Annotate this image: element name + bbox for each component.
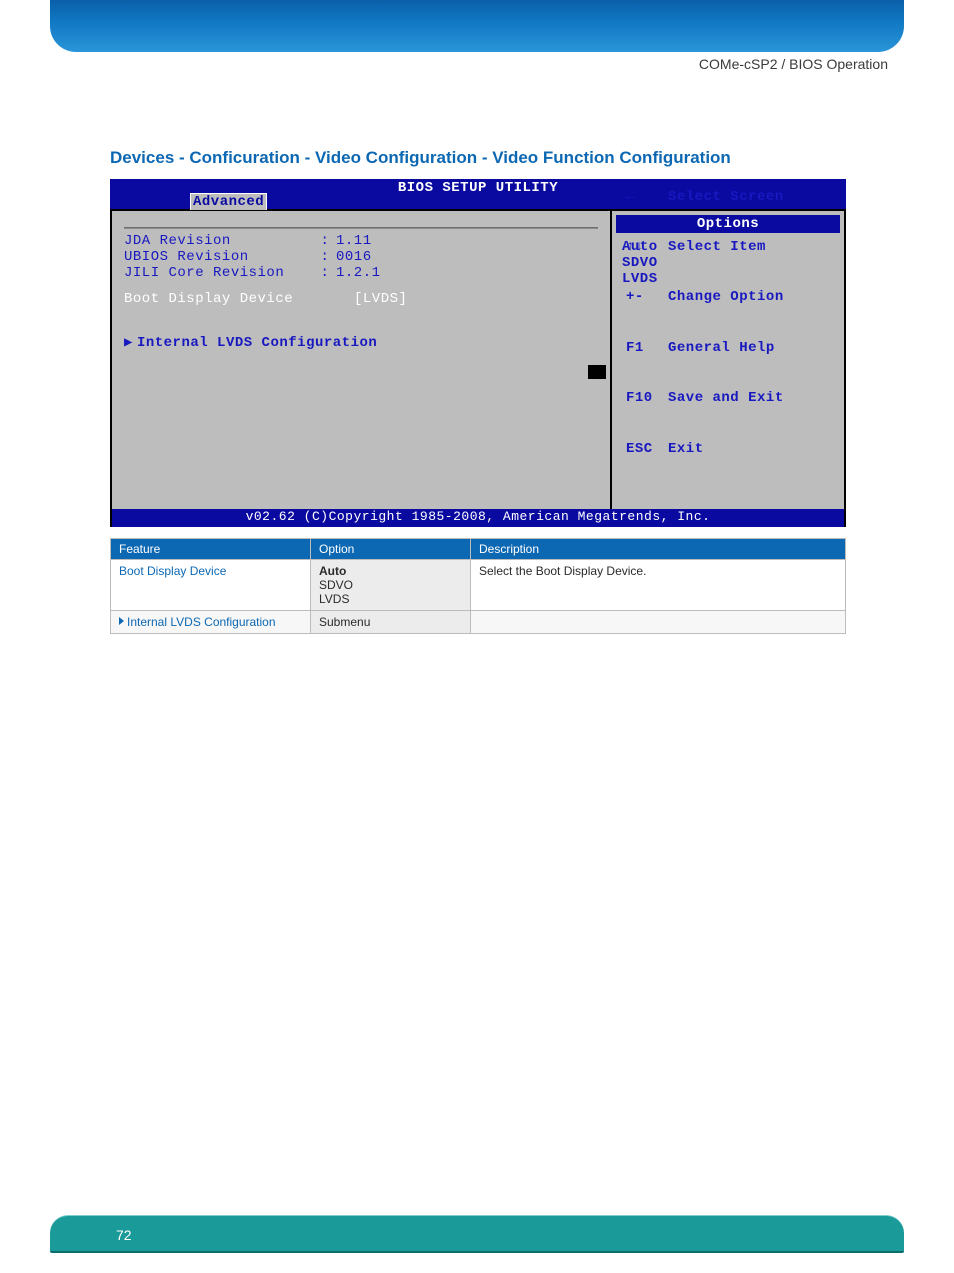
bios-rev-row: JILI Core Revision:1.2.1	[124, 265, 598, 281]
bios-boot-label: Boot Display Device	[124, 291, 354, 307]
key-esc-icon: ESC	[626, 441, 668, 458]
feature-label: Internal LVDS Configuration	[127, 615, 276, 629]
feature-link[interactable]: Internal LVDS Configuration	[111, 611, 311, 634]
option-value: LVDS	[319, 592, 462, 606]
bios-left-pane: JDA Revision:1.11 UBIOS Revision:0016 JI…	[112, 211, 610, 509]
bios-rev-value: 1.11	[336, 233, 372, 249]
bios-help-text: General Help	[668, 340, 775, 356]
bios-help-text: Select Item	[668, 239, 766, 255]
table-row: Boot Display Device Auto SDVO LVDS Selec…	[111, 560, 846, 611]
bios-rev-row: JDA Revision:1.11	[124, 233, 598, 249]
table-row: Internal LVDS Configuration Submenu	[111, 611, 846, 634]
key-f1-icon: F1	[626, 340, 668, 357]
bios-rev-value: 0016	[336, 249, 372, 265]
bios-rev-label: UBIOS Revision	[124, 249, 314, 265]
bios-rev-label: JILI Core Revision	[124, 265, 314, 281]
header-label: COMe-cSP2 / BIOS Operation	[699, 56, 888, 72]
bios-right-pane: Options Auto SDVO LVDS ←Select Screen ↑↓…	[610, 211, 844, 509]
bios-tab-advanced[interactable]: Advanced	[190, 193, 267, 210]
bios-submenu-label: Internal LVDS Configuration	[137, 335, 377, 351]
bios-rule	[124, 227, 598, 229]
bios-screenshot: BIOS SETUP UTILITY Advanced JDA Revision…	[110, 179, 846, 526]
col-description: Description	[471, 539, 846, 560]
option-cell: Submenu	[311, 611, 471, 634]
bios-help-text: Exit	[668, 441, 704, 457]
bios-boot-row[interactable]: Boot Display Device[LVDS]	[124, 291, 598, 307]
triangle-right-icon	[119, 617, 124, 625]
bios-help: ←Select Screen ↑↓Select Item +-Change Op…	[626, 155, 784, 491]
bios-footer-text: v02.62 (C)Copyright 1985-2008, American …	[246, 509, 711, 524]
page-number: 72	[116, 1227, 132, 1243]
description-cell	[471, 611, 846, 634]
triangle-right-icon: ▶	[124, 335, 133, 351]
top-banner	[50, 0, 904, 52]
col-option: Option	[311, 539, 471, 560]
bios-help-text: Save and Exit	[668, 390, 784, 406]
col-feature: Feature	[111, 539, 311, 560]
arrows-updown-icon: ↑↓	[626, 239, 668, 256]
bios-rev-row: UBIOS Revision:0016	[124, 249, 598, 265]
footer-bar	[50, 1215, 904, 1251]
bios-boot-value: [LVDS]	[354, 291, 407, 307]
feature-table: Feature Option Description Boot Display …	[110, 538, 846, 634]
bios-body: JDA Revision:1.11 UBIOS Revision:0016 JI…	[110, 209, 846, 509]
table-header-row: Feature Option Description	[111, 539, 846, 560]
option-cell: Auto SDVO LVDS	[311, 560, 471, 611]
description-cell: Select the Boot Display Device.	[471, 560, 846, 611]
option-value: Auto	[319, 564, 462, 578]
key-f10-icon: F10	[626, 390, 668, 407]
bios-submenu-lvds[interactable]: ▶Internal LVDS Configuration	[124, 335, 598, 351]
plus-minus-icon: +-	[626, 289, 668, 306]
feature-link[interactable]: Boot Display Device	[111, 560, 311, 611]
bios-help-text: Change Option	[668, 289, 784, 305]
bios-rev-label: JDA Revision	[124, 233, 314, 249]
arrow-left-icon: ←	[626, 189, 668, 206]
option-value: SDVO	[319, 578, 462, 592]
footer-bar-shadow	[50, 1251, 904, 1253]
bios-rev-value: 1.2.1	[336, 265, 381, 281]
bios-footer: v02.62 (C)Copyright 1985-2008, American …	[110, 509, 846, 527]
bios-help-text: Select Screen	[668, 189, 784, 205]
bios-cursor	[588, 365, 606, 379]
